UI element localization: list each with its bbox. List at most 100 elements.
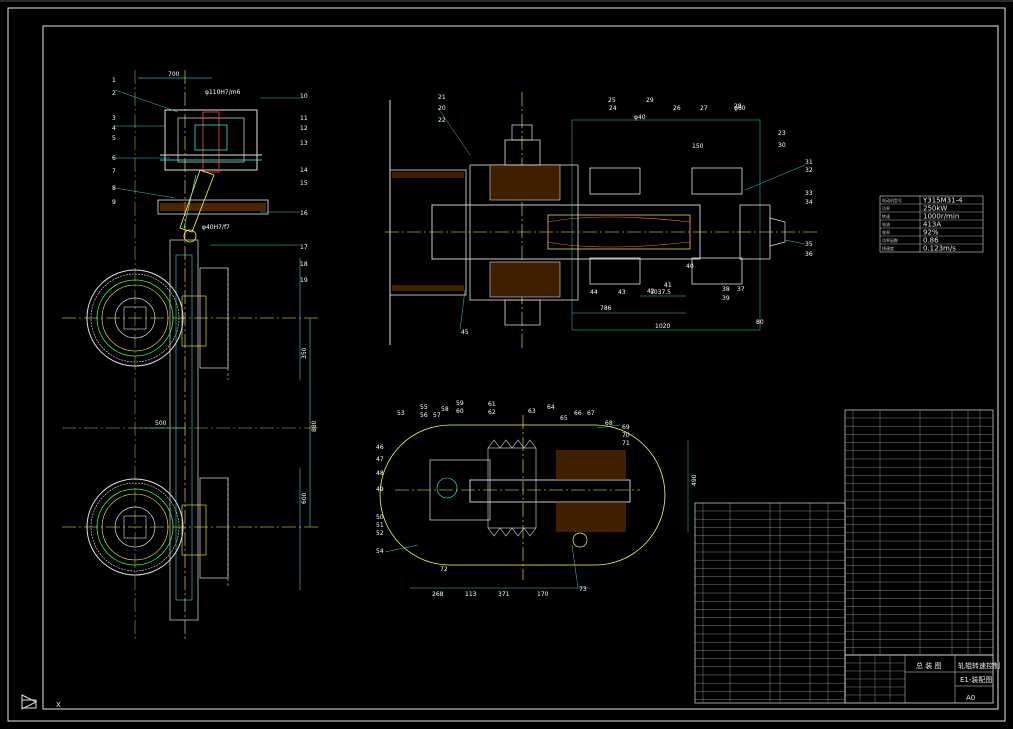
- parts-list: [694, 409, 994, 704]
- balloon-14: 14: [300, 167, 308, 174]
- dim-170: 170: [537, 591, 549, 598]
- dim-1020: 1020: [655, 323, 670, 330]
- dim-113: 113: [465, 591, 477, 598]
- dim-490: 490: [691, 474, 698, 486]
- balloon-2: 2: [112, 90, 116, 97]
- balloon-35: 35: [805, 241, 813, 248]
- spec-row-label: 电动机型号: [882, 197, 902, 203]
- view-detail: 268 113 371 170 490: [379, 415, 698, 598]
- balloon-4: 4: [112, 125, 116, 132]
- drawing-border: [7, 7, 1006, 722]
- ucs-icon: X: [21, 694, 61, 710]
- balloon-30: 30: [778, 142, 786, 149]
- balloon-20: 20: [438, 105, 446, 112]
- balloon-15: 15: [300, 180, 308, 187]
- balloon-53: 53: [397, 410, 405, 417]
- balloon-45: 45: [461, 329, 469, 336]
- spec-row-label: 效率: [882, 229, 890, 235]
- balloon-22: 22: [438, 117, 446, 124]
- spec-row-label: 转速: [882, 213, 890, 219]
- balloon-16: 16: [300, 210, 308, 217]
- dim-700: 700: [168, 71, 180, 78]
- balloon-36: 36: [805, 251, 813, 258]
- view-shaft-section: φ40 φ60 150 786 1037.5 1020 80: [385, 92, 820, 350]
- balloon-27: 27: [700, 105, 708, 112]
- dim-786: 786: [600, 305, 612, 312]
- balloon-65: 65: [560, 415, 568, 422]
- balloon-63: 63: [528, 408, 536, 415]
- dim-150: 150: [692, 143, 704, 150]
- balloon-46: 46: [376, 444, 384, 451]
- dim-fit-110: φ110H7/m6: [205, 89, 241, 96]
- balloon-6: 6: [112, 155, 116, 162]
- spec-row-label: 线速度: [882, 245, 894, 251]
- balloon-44: 44: [590, 289, 598, 296]
- dim-371: 371: [498, 591, 510, 598]
- balloon-42: 42: [647, 288, 655, 295]
- title-drawing-name: 轧辊转速控制: [958, 661, 1000, 670]
- balloon-64: 64: [547, 404, 555, 411]
- title-sheet-size: A0: [966, 694, 975, 702]
- balloon-17: 17: [300, 244, 308, 251]
- balloon-49: 49: [376, 486, 384, 493]
- balloon-5: 5: [112, 135, 116, 142]
- balloon-50: 50: [376, 514, 384, 521]
- balloon-28: 28: [734, 103, 742, 110]
- dim-268: 268: [432, 591, 444, 598]
- balloon-19: 19: [300, 277, 308, 284]
- balloon-8: 8: [112, 185, 116, 192]
- balloon-32: 32: [805, 167, 813, 174]
- balloon-29: 29: [646, 97, 654, 104]
- balloon-23: 23: [778, 130, 786, 137]
- balloon-25: 25: [608, 97, 616, 104]
- balloon-71: 71: [622, 440, 630, 447]
- spec-row-value: Y315M31-4: [922, 197, 963, 205]
- title-code: E1-装配图: [960, 675, 992, 684]
- title-assembly-label: 总 装 图: [916, 661, 941, 670]
- ucs-x-label: X: [56, 701, 61, 709]
- balloon-61: 61: [488, 401, 496, 408]
- balloons-roll-assembly: 1 2 3 4 5 6 7 8 9 10 11 12 13 14 15 16 1…: [112, 77, 308, 284]
- title-block: 总 装 图 轧辊转速控制 E1-装配图 A0: [844, 654, 1000, 704]
- balloon-60: 60: [456, 408, 464, 415]
- dim-80: 80: [756, 319, 764, 326]
- dim-fit-40: φ40H7/f7: [202, 224, 230, 231]
- balloon-55: 55: [420, 404, 428, 411]
- balloon-11: 11: [300, 115, 308, 122]
- balloon-12: 12: [300, 125, 308, 132]
- balloon-48: 48: [376, 470, 384, 477]
- cad-drawing-canvas[interactable]: X 700 φ110H7/m6 φ40H7/f7 350 880 600 500…: [0, 0, 1013, 729]
- dim-500: 500: [155, 420, 167, 427]
- balloon-1: 1: [112, 77, 116, 84]
- balloon-3: 3: [112, 115, 116, 122]
- balloon-59: 59: [456, 400, 464, 407]
- balloon-31: 31: [805, 159, 813, 166]
- balloon-7: 7: [112, 168, 116, 175]
- balloon-24: 24: [609, 105, 617, 112]
- balloon-56: 56: [420, 412, 428, 419]
- balloon-47: 47: [376, 456, 384, 463]
- balloon-33: 33: [805, 190, 813, 197]
- balloon-72: 72: [440, 566, 448, 573]
- balloon-10: 10: [300, 93, 308, 100]
- balloon-41: 41: [664, 282, 672, 289]
- spec-row-value: 413A: [923, 221, 941, 229]
- spec-row-value: 1000r/min: [923, 213, 959, 221]
- dim-350: 350: [301, 347, 308, 359]
- balloon-9: 9: [112, 199, 116, 206]
- balloon-40: 40: [686, 263, 694, 270]
- balloon-34: 34: [805, 199, 813, 206]
- balloon-26: 26: [673, 105, 681, 112]
- spec-table: 电动机型号 Y315M31-4 功率 250kW 转速 1000r/min 电流 413A 效率…: [879, 195, 984, 253]
- view-roll-assembly: 700 φ110H7/m6 φ40H7/f7 350 880 600 500: [62, 70, 320, 640]
- balloon-21: 21: [438, 94, 446, 101]
- spec-row-value: 0.86: [923, 237, 939, 245]
- balloon-43: 43: [618, 289, 626, 296]
- balloon-18: 18: [300, 261, 308, 268]
- balloon-52: 52: [376, 530, 384, 537]
- spec-row-label: 功率: [882, 205, 890, 211]
- balloon-70: 70: [622, 432, 630, 439]
- spec-row-label: 功率因数: [882, 237, 898, 243]
- balloon-66: 66: [574, 410, 582, 417]
- balloon-69: 69: [622, 424, 630, 431]
